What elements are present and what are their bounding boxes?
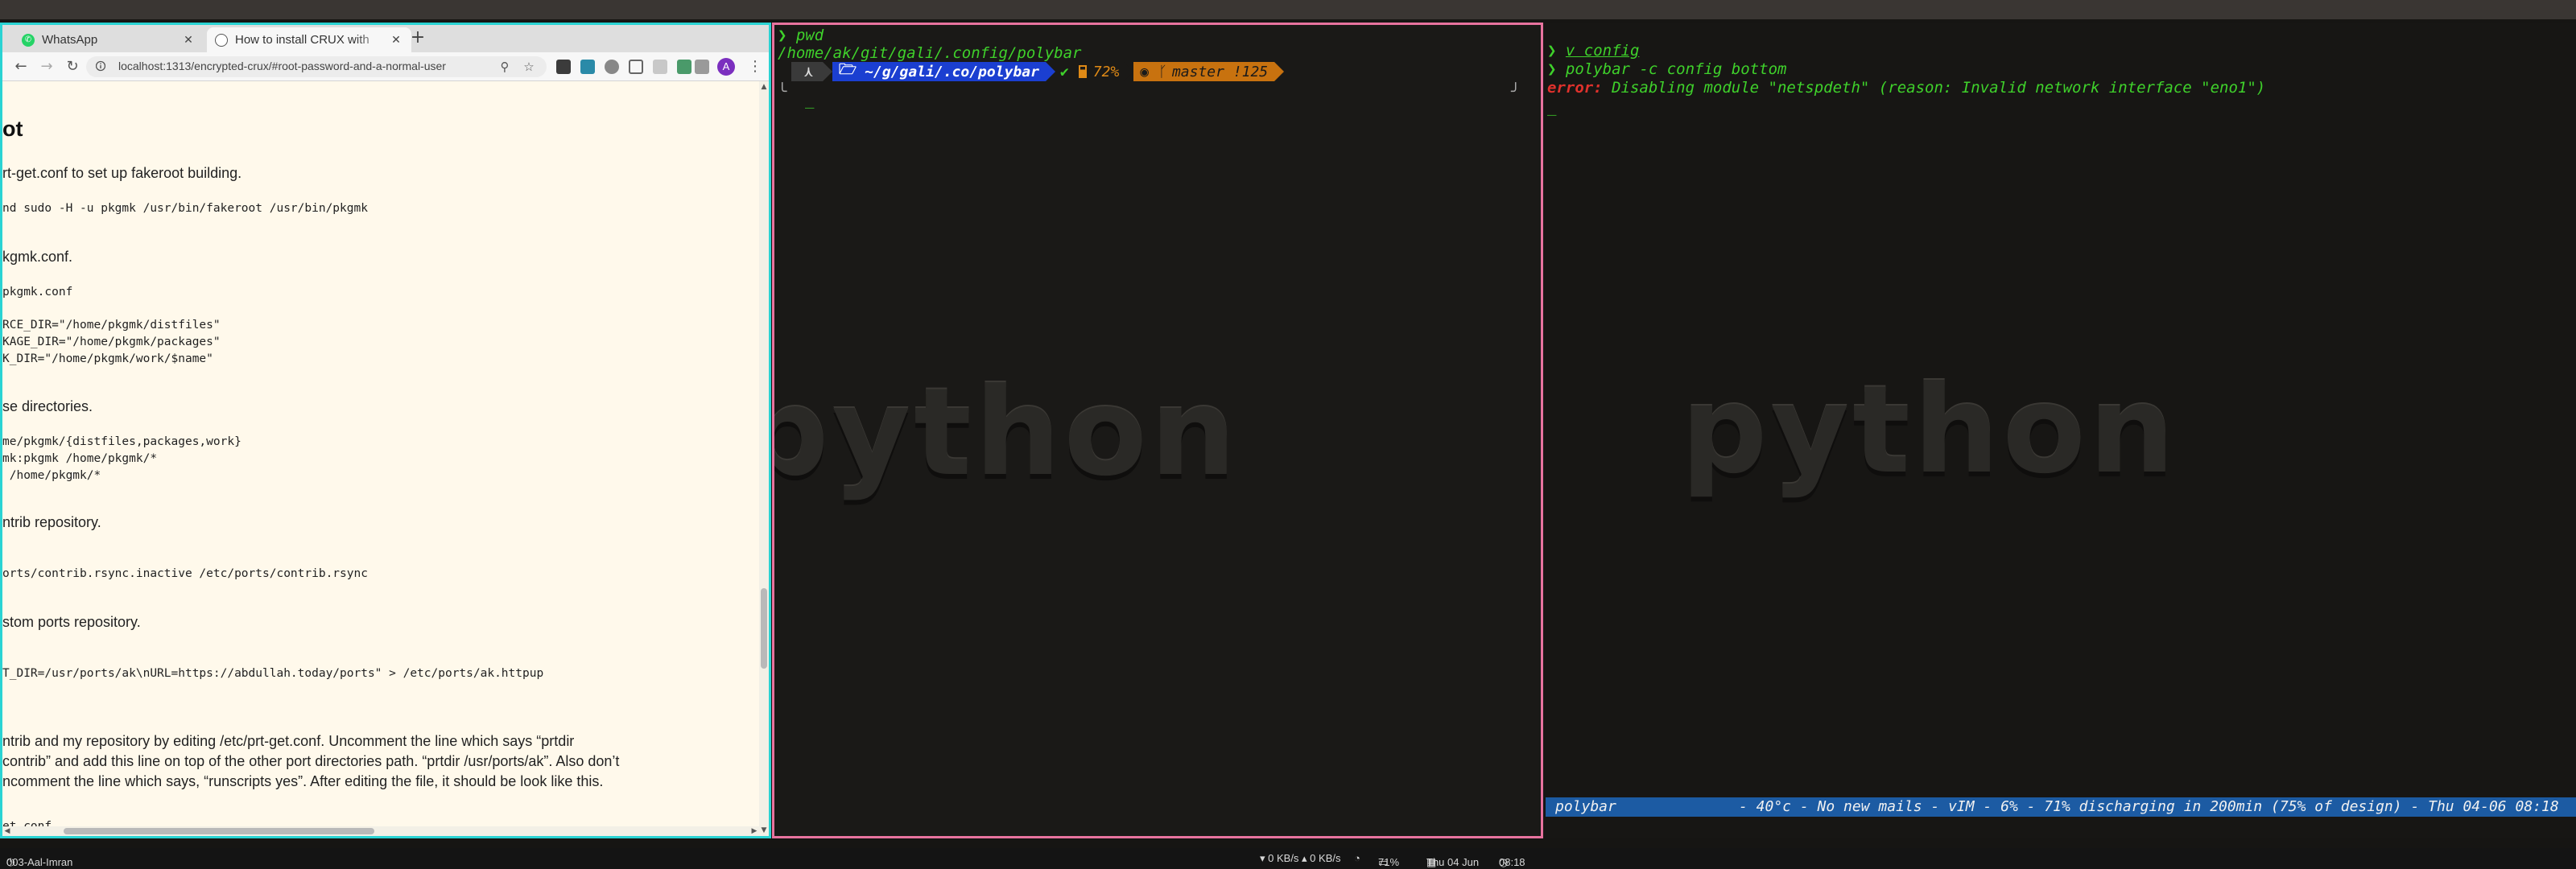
error-line: error: Disabling module "netspdeth" (rea… xyxy=(1547,79,2266,97)
paragraph: ntrib and my repository by editing /etc/… xyxy=(2,733,575,749)
paragraph: kgmk.conf. xyxy=(2,249,73,265)
tab-whatsapp[interactable]: ✆ WhatsApp ✕ xyxy=(14,27,204,52)
command-line: ❯ pwd xyxy=(778,27,824,44)
polybar-status: - 40°c - No new mails - vIM - 6% - 71% d… xyxy=(1739,798,2559,815)
menu-icon[interactable]: ⋮ xyxy=(748,58,762,76)
avatar[interactable]: A xyxy=(717,58,735,76)
status-bar: ⏻ 003-Aal-Imran ▾ 0 KB/s ▴ 0 KB/s ◔ ▭ 71… xyxy=(0,848,2576,869)
prompt-git-segment: ◉ ᚴ master !125 xyxy=(1133,62,1275,81)
scroll-right-icon[interactable]: ▶ xyxy=(749,826,759,836)
extension-icon[interactable] xyxy=(605,60,619,74)
code-line: T_DIR=/usr/ports/ak\nURL=https://abdulla… xyxy=(2,667,544,680)
polybar-preview: polybar - 40°c - No new mails - vIM - 6%… xyxy=(1546,797,2576,817)
section-heading: ot xyxy=(2,117,23,141)
shell-prompt: ⋏ 🗁 ~/g/gali/.co/polybar ✔ 72% ◉ ᚴ master !… xyxy=(791,61,1285,81)
paragraph: rt-get.conf to set up fakeroot building. xyxy=(2,165,242,181)
paragraph: ntrib repository. xyxy=(2,514,101,530)
paragraph: contrib” and add this line on top of the… xyxy=(2,753,620,769)
code-line: mk:pkgmk /home/pkgmk/* xyxy=(2,452,158,465)
wifi-icon: ◔ xyxy=(1354,852,1360,864)
code-line: nd sudo -H -u pkgmk /usr/bin/fakeroot /u… xyxy=(2,202,368,215)
prompt-path-segment: 🗁 ~/g/gali/.co/polybar xyxy=(832,61,1046,81)
scroll-up-icon[interactable]: ▲ xyxy=(759,83,769,91)
code-line: RCE_DIR="/home/pkgmk/distfiles" xyxy=(2,319,221,332)
paragraph: stom ports repository. xyxy=(2,614,141,630)
back-button[interactable]: ← xyxy=(12,58,30,76)
battery-icon xyxy=(1078,65,1087,78)
branch-icon: ᚴ xyxy=(1158,63,1167,80)
arch-icon: ⋏ xyxy=(804,63,813,80)
close-icon[interactable]: ✕ xyxy=(181,33,196,47)
scrollbar-thumb[interactable] xyxy=(64,828,374,834)
github-icon: ◉ xyxy=(1140,63,1150,80)
prompt-status: ✔ xyxy=(1059,63,1069,80)
scrollbar-thumb[interactable] xyxy=(761,588,767,669)
command-line: ❯ polybar -c config bottom xyxy=(1547,60,1787,78)
tab-strip: ✆ WhatsApp ✕ How to install CRUX with ✕ … xyxy=(2,25,769,52)
close-icon[interactable]: ✕ xyxy=(389,33,403,47)
browser-window: ✆ WhatsApp ✕ How to install CRUX with ✕ … xyxy=(0,23,771,838)
top-bar xyxy=(0,0,2576,19)
scroll-left-icon[interactable]: ◀ xyxy=(2,826,12,836)
reload-button[interactable]: ↻ xyxy=(64,58,81,76)
tab-label: WhatsApp xyxy=(42,33,98,47)
terminal-window[interactable]: python ❯ v config ❯ polybar -c config bo… xyxy=(1544,23,2576,838)
zoom-icon[interactable]: ⚲ xyxy=(497,59,513,75)
prompt-corner: ╰ xyxy=(778,83,787,101)
extension-icon[interactable] xyxy=(653,60,667,74)
extension-icon[interactable] xyxy=(695,60,709,74)
bookmark-star-icon[interactable]: ☆ xyxy=(521,59,537,75)
code-line: me/pkgmk/{distfiles,packages,work} xyxy=(2,435,242,448)
address-bar[interactable]: localhost:1313/encrypted-crux/#root-pass… xyxy=(86,56,547,77)
tab-label: How to install CRUX with xyxy=(235,33,369,47)
python-logo-watermark: python xyxy=(772,363,1240,503)
extension-icon[interactable] xyxy=(677,60,691,74)
code-line: pkgmk.conf xyxy=(2,286,73,299)
globe-icon xyxy=(215,33,228,47)
whatsapp-icon: ✆ xyxy=(22,33,35,47)
forward-button[interactable]: → xyxy=(38,58,56,76)
prompt-battery: 72% xyxy=(1074,62,1125,81)
tab-crux-guide[interactable]: How to install CRUX with ✕ xyxy=(207,27,411,52)
download-icon[interactable] xyxy=(629,60,643,74)
prompt-home-segment: ⋏ xyxy=(791,62,823,81)
page-content: ot rt-get.conf to set up fakeroot buildi… xyxy=(2,81,759,826)
scroll-down-icon[interactable]: ▼ xyxy=(759,826,769,834)
terminal-cursor: _ xyxy=(1547,98,1557,116)
new-tab-button[interactable]: + xyxy=(408,29,427,48)
extension-icon[interactable] xyxy=(556,60,571,74)
network-speed: ▾ 0 KB/s ▴ 0 KB/s xyxy=(1260,852,1341,864)
code-line: orts/contrib.rsync.inactive /etc/ports/c… xyxy=(2,567,368,580)
extension-icon[interactable] xyxy=(580,60,595,74)
command-output: /home/ak/git/gali/.config/polybar xyxy=(778,44,1082,62)
horizontal-scrollbar[interactable]: ◀ ▶ xyxy=(2,826,759,836)
prompt-corner: ╯ xyxy=(1511,83,1521,101)
info-icon[interactable] xyxy=(96,60,105,72)
paragraph: se directories. xyxy=(2,398,93,414)
browser-toolbar: ← → ↻ localhost:1313/encrypted-crux/#roo… xyxy=(2,52,769,81)
vertical-scrollbar[interactable]: ▲ ▼ xyxy=(759,81,769,836)
python-logo-watermark: python xyxy=(1681,360,2178,500)
code-line: KAGE_DIR="/home/pkgmk/packages" xyxy=(2,336,221,348)
code-line: et.conf xyxy=(2,820,52,826)
folder-icon: 🗁 xyxy=(838,61,857,78)
terminal-cursor: _ xyxy=(805,91,815,109)
command-line: ❯ v config xyxy=(1547,42,1640,60)
polybar-name: polybar xyxy=(1555,798,1616,815)
terminal-window[interactable]: python ❯ pwd /home/ak/git/gali/.config/p… xyxy=(772,23,1543,838)
url-text[interactable]: localhost:1313/encrypted-crux/#root-pass… xyxy=(118,60,446,72)
code-line: /home/pkgmk/* xyxy=(2,469,101,482)
paragraph: ncomment the line which says, “runscript… xyxy=(2,773,604,789)
code-line: K_DIR="/home/pkgmk/work/$name" xyxy=(2,352,213,365)
